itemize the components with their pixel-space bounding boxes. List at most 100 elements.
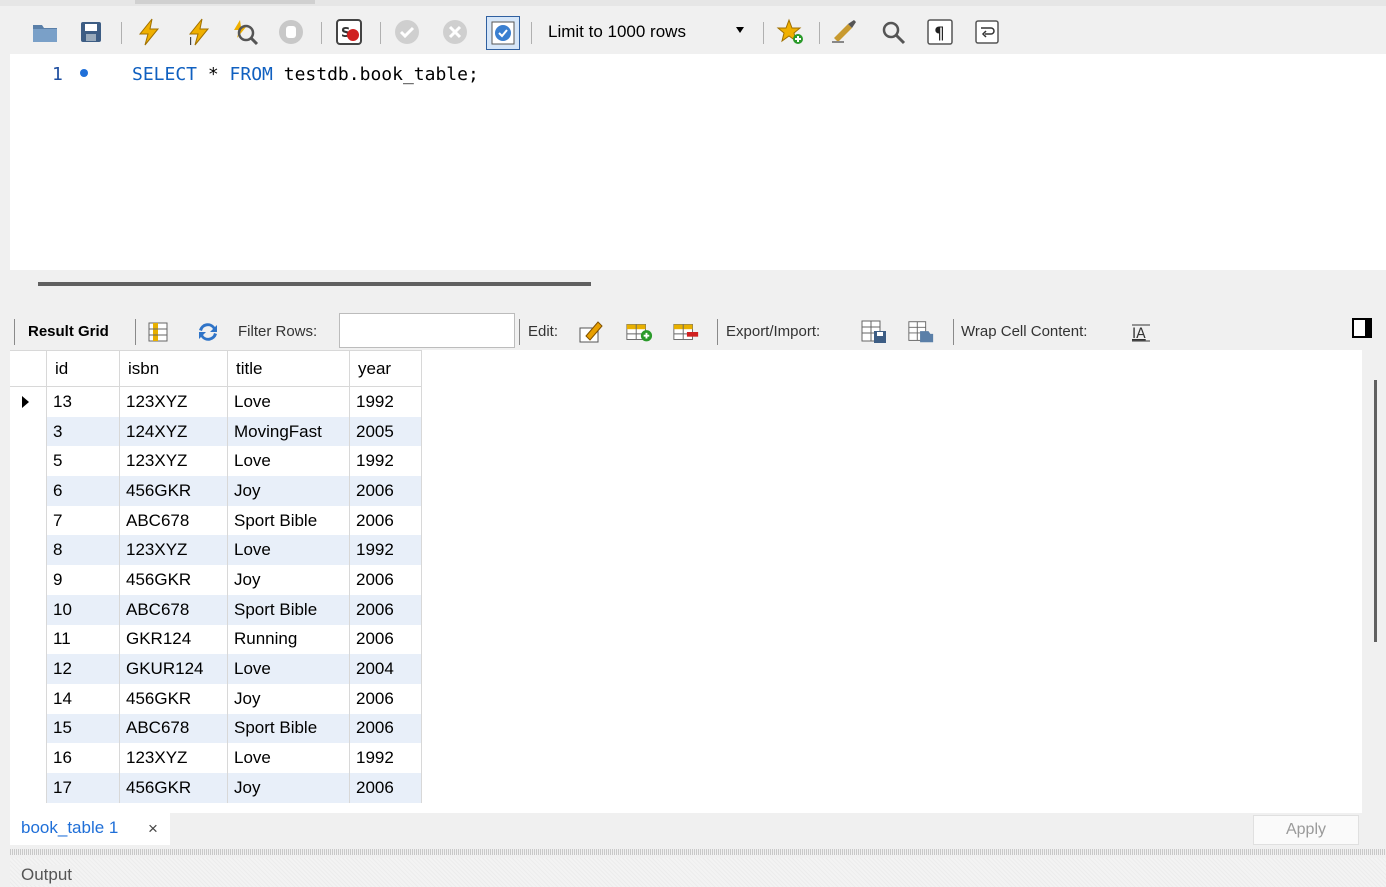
delete-row-icon[interactable] xyxy=(672,319,700,345)
table-row[interactable]: 17 456GKR Joy 2006 xyxy=(10,772,422,803)
table-row[interactable]: 13 123XYZ Love 1992 xyxy=(10,386,422,417)
row-marker[interactable] xyxy=(10,683,47,714)
apply-button[interactable]: Apply xyxy=(1253,815,1359,845)
cell-isbn[interactable]: GKUR124 xyxy=(119,654,228,684)
limit-rows-select[interactable]: Limit to 1000 rows xyxy=(540,16,758,46)
cell-isbn[interactable]: ABC678 xyxy=(119,713,228,744)
cell-title[interactable]: Love xyxy=(227,446,350,477)
cell-title[interactable]: Joy xyxy=(227,476,350,506)
row-marker[interactable] xyxy=(10,416,47,447)
output-panel-header[interactable]: Output xyxy=(10,858,1386,887)
row-marker[interactable] xyxy=(10,565,47,595)
open-folder-icon[interactable] xyxy=(30,17,60,47)
cell-year[interactable]: 1992 xyxy=(349,743,422,773)
export-icon[interactable] xyxy=(860,319,888,345)
table-row[interactable]: 15 ABC678 Sport Bible 2006 xyxy=(10,713,422,744)
add-row-icon[interactable] xyxy=(625,319,653,345)
row-marker[interactable] xyxy=(10,505,47,536)
grid-layout-icon[interactable] xyxy=(144,319,172,345)
result-grid-label[interactable]: Result Grid xyxy=(28,323,109,340)
cell-year[interactable]: 1992 xyxy=(349,535,422,566)
cell-year[interactable]: 2006 xyxy=(349,683,422,714)
row-marker[interactable] xyxy=(10,713,47,744)
cell-id[interactable]: 8 xyxy=(46,535,120,566)
column-header-title[interactable]: title xyxy=(227,350,350,387)
cell-id[interactable]: 15 xyxy=(46,713,120,744)
execute-current-icon[interactable]: I xyxy=(184,17,214,47)
table-row[interactable]: 8 123XYZ Love 1992 xyxy=(10,535,422,566)
column-header-isbn[interactable]: isbn xyxy=(119,350,228,387)
cell-isbn[interactable]: ABC678 xyxy=(119,594,228,625)
table-row[interactable]: 14 456GKR Joy 2006 xyxy=(10,683,422,714)
toggle-side-panel-icon[interactable] xyxy=(1352,318,1372,338)
editor-horizontal-scrollbar[interactable] xyxy=(38,282,591,286)
row-marker[interactable] xyxy=(10,624,47,655)
row-marker[interactable] xyxy=(10,772,47,803)
cell-id[interactable]: 12 xyxy=(46,654,120,684)
column-header-year[interactable]: year xyxy=(349,350,422,387)
cell-isbn[interactable]: GKR124 xyxy=(119,624,228,655)
row-marker[interactable] xyxy=(10,654,47,684)
cell-id[interactable]: 16 xyxy=(46,743,120,773)
table-row[interactable]: 5 123XYZ Love 1992 xyxy=(10,446,422,477)
table-row[interactable]: 6 456GKR Joy 2006 xyxy=(10,476,422,506)
commit-icon[interactable] xyxy=(392,17,422,47)
cell-title[interactable]: Sport Bible xyxy=(227,713,350,744)
rollback-icon[interactable] xyxy=(440,17,470,47)
cell-id[interactable]: 9 xyxy=(46,565,120,595)
cell-isbn[interactable]: 123XYZ xyxy=(119,386,228,417)
cell-isbn[interactable]: 123XYZ xyxy=(119,446,228,477)
grid-vertical-scrollbar[interactable] xyxy=(1374,380,1377,642)
explain-icon[interactable] xyxy=(230,17,260,47)
cell-isbn[interactable]: ABC678 xyxy=(119,505,228,536)
result-grid[interactable]: id isbn title year 13 123XYZ Love 1992 3 124… xyxy=(10,350,1362,813)
cell-isbn[interactable]: 456GKR xyxy=(119,565,228,595)
row-marker[interactable] xyxy=(10,743,47,773)
sql-editor[interactable]: 1 SELECT * FROM testdb.book_table; xyxy=(10,54,1386,270)
autocommit-icon[interactable] xyxy=(486,16,520,50)
cell-year[interactable]: 2005 xyxy=(349,416,422,447)
cell-year[interactable]: 2006 xyxy=(349,594,422,625)
wrap-lines-icon[interactable] xyxy=(972,17,1002,47)
table-row[interactable]: 16 123XYZ Love 1992 xyxy=(10,743,422,773)
invisible-chars-icon[interactable]: ¶ xyxy=(925,17,955,47)
cell-title[interactable]: MovingFast xyxy=(227,416,350,447)
refresh-icon[interactable] xyxy=(194,319,222,345)
sql-statement[interactable]: SELECT * FROM testdb.book_table; xyxy=(132,64,479,85)
close-icon[interactable]: × xyxy=(148,819,158,839)
cell-id[interactable]: 7 xyxy=(46,505,120,536)
wrap-cell-icon[interactable]: IA xyxy=(1127,319,1155,345)
save-icon[interactable] xyxy=(76,17,106,47)
execute-icon[interactable] xyxy=(134,17,164,47)
cell-title[interactable]: Love xyxy=(227,535,350,566)
tab-book-table-1[interactable]: book_table 1 × xyxy=(10,813,170,845)
cell-year[interactable]: 2006 xyxy=(349,772,422,803)
edit-row-icon[interactable] xyxy=(578,319,606,345)
beautify-icon[interactable] xyxy=(830,17,860,47)
row-marker[interactable] xyxy=(10,446,47,477)
cell-isbn[interactable]: 456GKR xyxy=(119,772,228,803)
cell-id[interactable]: 10 xyxy=(46,594,120,625)
cell-id[interactable]: 11 xyxy=(46,624,120,655)
cell-title[interactable]: Joy xyxy=(227,565,350,595)
cell-title[interactable]: Love xyxy=(227,386,350,417)
cell-isbn[interactable]: 456GKR xyxy=(119,476,228,506)
stop-icon[interactable] xyxy=(276,17,306,47)
cell-title[interactable]: Running xyxy=(227,624,350,655)
cell-year[interactable]: 2006 xyxy=(349,505,422,536)
cell-year[interactable]: 2006 xyxy=(349,565,422,595)
cell-isbn[interactable]: 124XYZ xyxy=(119,416,228,447)
find-icon[interactable] xyxy=(878,17,908,47)
bookmark-star-icon[interactable] xyxy=(776,17,806,47)
splitter-handle[interactable] xyxy=(10,849,1386,855)
row-marker[interactable] xyxy=(10,476,47,506)
table-row[interactable]: 9 456GKR Joy 2006 xyxy=(10,565,422,595)
cell-title[interactable]: Love xyxy=(227,743,350,773)
cell-year[interactable]: 2006 xyxy=(349,624,422,655)
cell-id[interactable]: 3 xyxy=(46,416,120,447)
table-row[interactable]: 12 GKUR124 Love 2004 xyxy=(10,654,422,684)
cell-title[interactable]: Sport Bible xyxy=(227,594,350,625)
cell-title[interactable]: Joy xyxy=(227,683,350,714)
cell-id[interactable]: 14 xyxy=(46,683,120,714)
table-row[interactable]: 11 GKR124 Running 2006 xyxy=(10,624,422,655)
